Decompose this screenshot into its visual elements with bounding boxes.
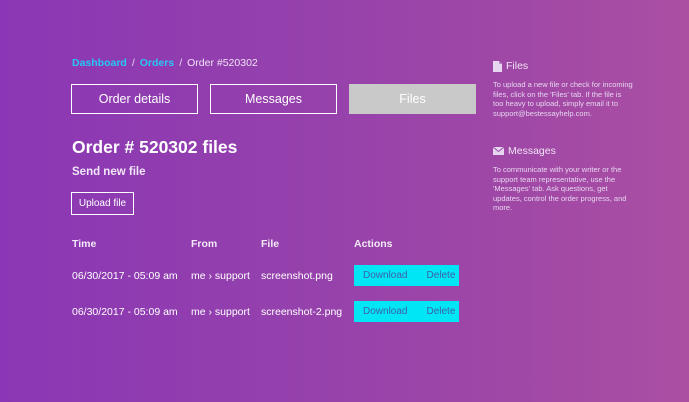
file-icon: [493, 60, 502, 72]
tab-order-details[interactable]: Order details: [71, 84, 198, 114]
page-title: Order # 520302 files: [72, 137, 238, 157]
breadcrumb: Dashboard / Orders / Order #520302: [72, 57, 258, 69]
breadcrumb-separator: /: [179, 57, 183, 69]
upload-file-button[interactable]: Upload file: [71, 192, 134, 215]
download-button[interactable]: Download: [363, 270, 407, 281]
row-file: screenshot.png: [261, 270, 333, 282]
row-time: 06/30/2017 - 05:09 am: [72, 270, 178, 282]
row-from: me › support: [191, 270, 250, 282]
tab-bar: Order details Messages Files: [71, 84, 476, 114]
messages-help-text: To communicate with your writer or the s…: [493, 165, 627, 212]
header-file: File: [261, 238, 280, 250]
header-time: Time: [72, 238, 97, 250]
files-help-text: To upload a new file or check for incomi…: [493, 80, 633, 118]
files-help-heading: Files: [493, 60, 633, 72]
header-actions: Actions: [354, 238, 393, 250]
row-actions: Download Delete: [354, 301, 459, 322]
envelope-icon: [493, 147, 504, 155]
delete-button[interactable]: Delete: [426, 306, 455, 317]
tab-files[interactable]: Files: [349, 84, 476, 114]
download-button[interactable]: Download: [363, 306, 407, 317]
row-time: 06/30/2017 - 05:09 am: [72, 306, 178, 318]
messages-help-panel: Messages To communicate with your writer…: [493, 145, 633, 213]
table-row: 06/30/2017 - 05:09 am me › support scree…: [72, 260, 472, 296]
row-file: screenshot-2.png: [261, 306, 343, 318]
table-header-row: Time From File Actions: [72, 238, 472, 260]
delete-button[interactable]: Delete: [426, 270, 455, 281]
files-help-title: Files: [506, 60, 529, 72]
row-actions: Download Delete: [354, 265, 459, 286]
header-from: From: [191, 238, 218, 250]
tab-messages[interactable]: Messages: [210, 84, 337, 114]
messages-help-title: Messages: [508, 145, 556, 157]
breadcrumb-current: Order #520302: [187, 57, 258, 69]
row-from: me › support: [191, 306, 250, 318]
table-row: 06/30/2017 - 05:09 am me › support scree…: [72, 296, 472, 332]
breadcrumb-separator: /: [131, 57, 135, 69]
send-new-file-heading: Send new file: [72, 166, 146, 178]
files-help-panel: Files To upload a new file or check for …: [493, 60, 633, 118]
breadcrumb-orders-link[interactable]: Orders: [140, 57, 174, 69]
breadcrumb-dashboard-link[interactable]: Dashboard: [72, 57, 127, 69]
messages-help-heading: Messages: [493, 145, 633, 157]
files-table: Time From File Actions 06/30/2017 - 05:0…: [72, 238, 472, 332]
